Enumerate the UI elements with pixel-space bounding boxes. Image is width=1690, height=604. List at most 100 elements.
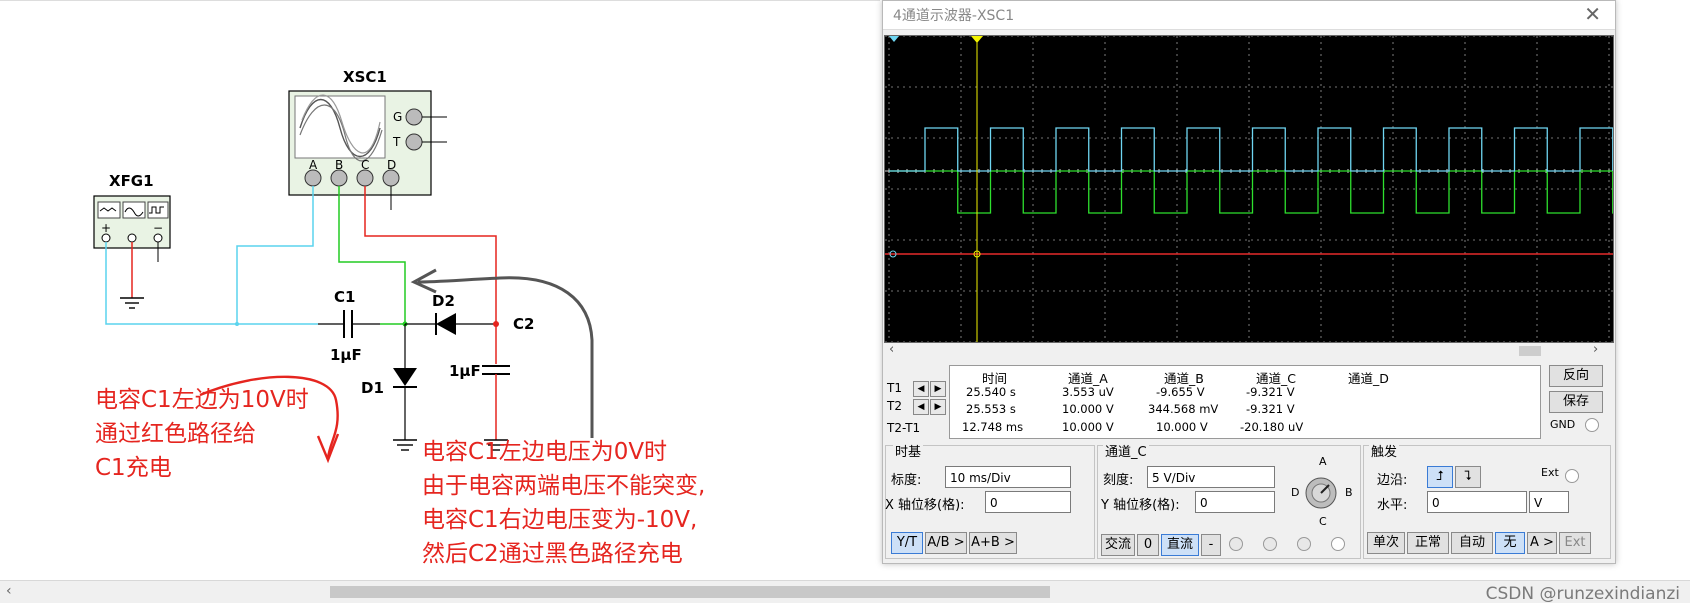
timebase-scale-label: 标度: [891, 473, 922, 488]
channel-radio-1[interactable] [1229, 537, 1243, 551]
auto-trigger-button[interactable]: 自动 [1451, 532, 1493, 554]
channel-title: 通道_C [1103, 441, 1149, 460]
t2-right-arrow-icon[interactable]: ▶ [930, 399, 946, 415]
reverse-button[interactable]: 反向 [1549, 365, 1603, 387]
display-scrollbar[interactable]: ‹ › [889, 342, 1609, 358]
c1-value: 1µF [330, 346, 362, 364]
gnd-radio[interactable] [1585, 418, 1599, 432]
xfg1-label: XFG1 [109, 172, 154, 190]
channel-scale-field[interactable]: 5 V/Div [1147, 466, 1275, 488]
note2-line1: 电容C1左边电压为0V时 [422, 439, 668, 465]
dc-coupling-button[interactable]: 直流 [1161, 534, 1199, 556]
scope-channel-d-label: D [387, 158, 397, 172]
window-titlebar[interactable]: 4通道示波器-XSC1 ✕ [883, 1, 1615, 30]
row-label-t2-t1: T2-T1 [887, 421, 921, 435]
timebase-scale-field[interactable]: 10 ms/Div [945, 466, 1071, 488]
single-trigger-button[interactable]: 单次 [1367, 532, 1405, 554]
diode-d1[interactable] [393, 324, 417, 451]
capacitor-c1[interactable] [318, 310, 380, 338]
diff-channel-c: -20.180 uV [1240, 420, 1304, 434]
rising-edge-icon[interactable]: ⮥ [1427, 466, 1453, 488]
channel-radio-3[interactable] [1297, 537, 1311, 551]
zero-coupling-button[interactable]: 0 [1137, 534, 1159, 556]
diff-channel-a: 10.000 V [1062, 420, 1114, 434]
trigger-ext-radio[interactable] [1565, 469, 1579, 483]
t2-channel-c: -9.321 V [1246, 402, 1295, 416]
diff-time: 12.748 ms [962, 420, 1024, 434]
scope-terminal-t: T [393, 135, 401, 149]
t1-time: 25.540 s [966, 385, 1016, 399]
display-scroll-right-icon[interactable]: › [1593, 342, 1598, 357]
t2-left-arrow-icon[interactable]: ◀ [913, 399, 929, 415]
trigger-title: 触发 [1369, 441, 1400, 460]
cursor-t2-handle [971, 36, 983, 43]
trigger-level-label: 水平: [1377, 498, 1408, 513]
y-position-label: Y 轴位移(格): [1101, 498, 1180, 513]
close-icon[interactable]: ✕ [1584, 2, 1601, 26]
xsc1-label: XSC1 [343, 68, 387, 86]
channel-a-trace [889, 170, 1614, 214]
oscilloscope-symbol[interactable] [288, 90, 447, 196]
trigger-ext-label: Ext [1541, 466, 1559, 479]
scope-terminal-g: G [393, 110, 403, 124]
scope-channel-b-label: B [335, 158, 344, 172]
y-position-field[interactable]: 0 [1195, 491, 1275, 513]
scope-channel-a-label: A [309, 158, 318, 172]
canvas-horizontal-scrollbar[interactable]: ‹ CSDN @runzexindianzi [0, 580, 1690, 604]
timebase-title: 时基 [893, 441, 924, 460]
d2-label: D2 [432, 292, 455, 310]
c2-value: 1µF [449, 362, 481, 380]
trigger-level-unit[interactable]: V [1529, 491, 1569, 513]
scope-display[interactable] [884, 35, 1614, 343]
none-trigger-button[interactable]: 无 [1495, 532, 1525, 554]
t1-channel-b: -9.655 V [1156, 385, 1205, 399]
t1-channel-c: -9.321 V [1246, 385, 1295, 399]
note1-line2: 通过红色路径给 [95, 421, 256, 447]
channel-radio-4[interactable] [1331, 537, 1345, 551]
d1-label: D1 [361, 379, 384, 397]
note-charging-c2: 电容C1左边电压为0V时 由于电容两端电压不能突变, 电容C1右边电压变为-10… [422, 435, 705, 571]
header-channel-d: 通道_D [1348, 371, 1389, 386]
scroll-left-icon[interactable]: ‹ [6, 583, 12, 599]
ac-coupling-button[interactable]: 交流 [1101, 534, 1135, 556]
trigger-level-field[interactable]: 0 [1427, 491, 1527, 513]
note2-line3: 电容C1右边电压变为-10V, [422, 507, 698, 533]
csdn-watermark: CSDN @runzexindianzi [1485, 584, 1680, 604]
t1-channel-a: 3.553 uV [1062, 385, 1114, 399]
ab-mode-button[interactable]: A/B > [925, 532, 967, 554]
trigger-edge-label: 边沿: [1377, 473, 1408, 488]
row-label-t1: T1 [887, 381, 902, 395]
display-scroll-thumb[interactable] [1519, 346, 1541, 356]
cursor-readout-table: 时间 通道_A 通道_B 通道_C 通道_D 25.540 s 3.553 uV… [949, 365, 1541, 439]
scope-channel-c-label: C [361, 158, 370, 172]
gnd-label: GND [1550, 418, 1576, 431]
diode-d2[interactable] [405, 313, 496, 335]
apb-mode-button[interactable]: A+B > [969, 532, 1017, 554]
knob-label-c: C [1319, 515, 1327, 528]
trigger-source-a-button[interactable]: A > [1527, 532, 1557, 554]
t2-channel-a: 10.000 V [1062, 402, 1114, 416]
falling-edge-icon[interactable]: ⮧ [1455, 466, 1481, 488]
note1-line1: 电容C1左边为10V时 [95, 387, 309, 413]
save-button[interactable]: 保存 [1549, 391, 1603, 413]
fg-minus-label: − [153, 221, 164, 235]
scrollbar-thumb[interactable] [330, 586, 1050, 598]
normal-trigger-button[interactable]: 正常 [1407, 532, 1449, 554]
t1-right-arrow-icon[interactable]: ▶ [930, 381, 946, 397]
ground-symbol [120, 297, 144, 309]
yt-mode-button[interactable]: Y/T [891, 532, 923, 554]
knob-label-b: B [1345, 486, 1353, 499]
oscilloscope-window[interactable]: 4通道示波器-XSC1 ✕ ‹ › T1 T2 T2-T1 ◀ ▶ ◀ ▶ 时间… [882, 0, 1616, 564]
t1-left-arrow-icon[interactable]: ◀ [913, 381, 929, 397]
invert-button[interactable]: - [1201, 534, 1221, 556]
display-scroll-left-icon[interactable]: ‹ [889, 342, 894, 357]
x-position-label: X 轴位移(格): [885, 498, 965, 513]
note2-line2: 由于电容两端电压不能突变, [422, 473, 706, 499]
x-position-field[interactable]: 0 [985, 491, 1071, 513]
note1-line3: C1充电 [95, 455, 172, 481]
knob-label-a: A [1319, 455, 1327, 468]
channel-radio-2[interactable] [1263, 537, 1277, 551]
channel-scale-label: 刻度: [1103, 473, 1134, 488]
trigger-source-ext-button[interactable]: Ext [1559, 532, 1591, 554]
channel-b-trace [889, 127, 1614, 172]
